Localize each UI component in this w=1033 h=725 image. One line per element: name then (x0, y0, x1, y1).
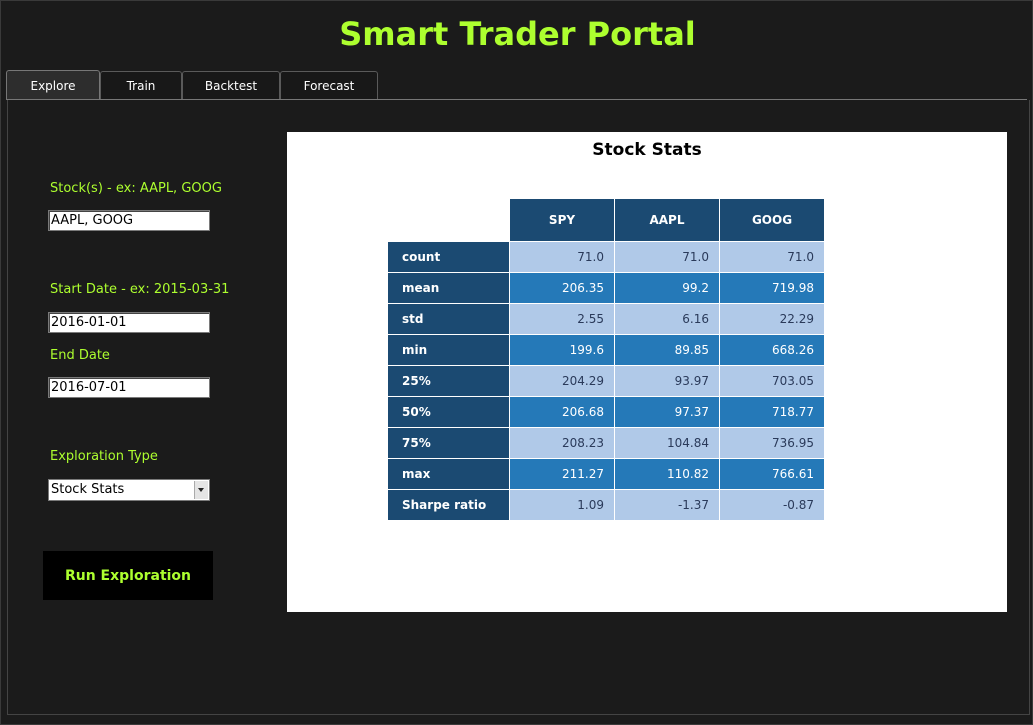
run-exploration-button[interactable]: Run Exploration (43, 551, 213, 600)
app-window: Smart Trader Portal Explore Train Backte… (0, 0, 1033, 725)
row-header: 50% (387, 396, 510, 428)
row-header: 75% (387, 427, 510, 459)
table-row: mean 206.35 99.2 719.98 (387, 272, 825, 304)
start-date-input[interactable] (48, 312, 210, 333)
table-cell: 89.85 (614, 334, 720, 366)
table-cell: 719.98 (719, 272, 825, 304)
column-header: SPY (509, 198, 615, 242)
table-cell: 71.0 (509, 241, 615, 273)
table-cell: 110.82 (614, 458, 720, 490)
end-date-label: End Date (50, 348, 110, 363)
table-cell: 766.61 (719, 458, 825, 490)
column-header: AAPL (614, 198, 720, 242)
table-cell: 6.16 (614, 303, 720, 335)
table-cell: 204.29 (509, 365, 615, 397)
table-cell: 71.0 (614, 241, 720, 273)
table-cell: 99.2 (614, 272, 720, 304)
table-cell: 93.97 (614, 365, 720, 397)
end-date-input[interactable] (48, 377, 210, 398)
table-cell: 97.37 (614, 396, 720, 428)
table-cell: 22.29 (719, 303, 825, 335)
column-header: GOOG (719, 198, 825, 242)
stocks-input[interactable] (48, 210, 210, 231)
tab-bar: Explore Train Backtest Forecast (6, 70, 378, 100)
figure-title: Stock Stats (592, 140, 702, 160)
table-cell: 199.6 (509, 334, 615, 366)
table-cell: 208.23 (509, 427, 615, 459)
table-cell: 211.27 (509, 458, 615, 490)
table-row: max 211.27 110.82 766.61 (387, 458, 825, 490)
row-header: 25% (387, 365, 510, 397)
tab-explore[interactable]: Explore (6, 70, 100, 100)
table-cell: -0.87 (719, 489, 825, 521)
exploration-type-select[interactable]: Stock Stats (48, 479, 210, 501)
table-cell: 668.26 (719, 334, 825, 366)
table-cell: -1.37 (614, 489, 720, 521)
stats-figure: Stock Stats SPY AAPL GOOG count 71.0 71.0 7… (287, 132, 1007, 612)
row-header: min (387, 334, 510, 366)
table-row: min 199.6 89.85 668.26 (387, 334, 825, 366)
table-corner (387, 198, 510, 242)
table-row: 25% 204.29 93.97 703.05 (387, 365, 825, 397)
table-cell: 718.77 (719, 396, 825, 428)
table-row: count 71.0 71.0 71.0 (387, 241, 825, 273)
table-cell: 1.09 (509, 489, 615, 521)
table-cell: 104.84 (614, 427, 720, 459)
table-row: 50% 206.68 97.37 718.77 (387, 396, 825, 428)
table-cell: 2.55 (509, 303, 615, 335)
table-cell: 71.0 (719, 241, 825, 273)
row-header: mean (387, 272, 510, 304)
row-header: max (387, 458, 510, 490)
table-cell: 736.95 (719, 427, 825, 459)
app-title: Smart Trader Portal (339, 15, 696, 53)
chevron-down-icon[interactable] (194, 481, 208, 499)
row-header: count (387, 241, 510, 273)
exploration-type-value: Stock Stats (51, 482, 125, 497)
table-cell: 206.68 (509, 396, 615, 428)
stats-table: SPY AAPL GOOG count 71.0 71.0 71.0 mean 206.3… (387, 198, 825, 521)
table-row: Sharpe ratio 1.09 -1.37 -0.87 (387, 489, 825, 521)
row-header: Sharpe ratio (387, 489, 510, 521)
table-row: std 2.55 6.16 22.29 (387, 303, 825, 335)
table-cell: 703.05 (719, 365, 825, 397)
tab-train[interactable]: Train (100, 71, 182, 100)
table-cell: 206.35 (509, 272, 615, 304)
table-header-row: SPY AAPL GOOG (387, 198, 825, 242)
table-row: 75% 208.23 104.84 736.95 (387, 427, 825, 459)
tab-forecast[interactable]: Forecast (280, 71, 378, 100)
row-header: std (387, 303, 510, 335)
start-date-label: Start Date - ex: 2015-03-31 (50, 282, 230, 297)
stocks-label: Stock(s) - ex: AAPL, GOOG (50, 181, 222, 196)
exploration-type-label: Exploration Type (50, 449, 158, 464)
tab-backtest[interactable]: Backtest (182, 71, 280, 100)
